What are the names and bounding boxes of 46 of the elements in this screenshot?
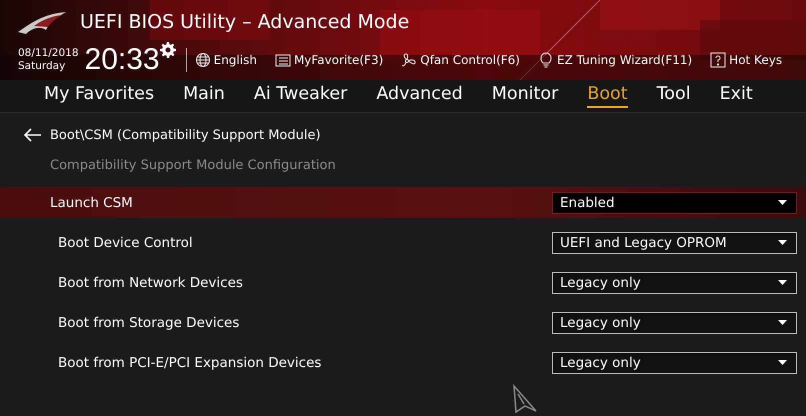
lightbulb-icon bbox=[538, 52, 554, 68]
dropdown[interactable]: Legacy only bbox=[552, 272, 797, 294]
caret-icon bbox=[778, 320, 787, 325]
menu-tab[interactable]: Tool bbox=[656, 84, 691, 108]
dropdown[interactable]: Legacy only bbox=[552, 312, 797, 334]
menu-tab[interactable]: Exit bbox=[720, 84, 753, 108]
clock-time: 20:33 bbox=[84, 45, 160, 75]
setting-label: Boot from Network Devices bbox=[58, 274, 244, 290]
globe-icon bbox=[194, 52, 211, 68]
toolbar-button[interactable]: English bbox=[194, 52, 257, 68]
caret-icon bbox=[778, 200, 787, 205]
help-icon bbox=[710, 52, 726, 68]
setting-label: Boot Device Control bbox=[58, 234, 194, 250]
setting-label: Boot from PCI-E/PCI Expansion Devices bbox=[58, 354, 322, 370]
dropdown[interactable]: UEFI and Legacy OPROM bbox=[552, 232, 797, 254]
setting-row[interactable]: Boot from PCI-E/PCI Expansion Devices Legacy only bbox=[0, 347, 806, 378]
date-text: 08/11/2018 bbox=[18, 47, 79, 60]
day-text: Saturday bbox=[18, 60, 66, 73]
setting-row[interactable]: Boot from Network Devices Legacy only bbox=[0, 267, 806, 298]
setting-row[interactable]: Boot from Storage Devices Legacy only bbox=[0, 307, 806, 338]
dropdown[interactable]: Enabled bbox=[552, 192, 797, 214]
setting-label: Boot from Storage Devices bbox=[58, 314, 240, 330]
dropdown[interactable]: Legacy only bbox=[552, 352, 797, 374]
toolbar-button[interactable]: MyFavorite(F3) bbox=[274, 52, 384, 68]
toolbar-button[interactable]: Hot Keys bbox=[710, 52, 782, 68]
setting-label: Launch CSM bbox=[50, 194, 134, 210]
caret-icon bbox=[778, 240, 787, 245]
cursor-icon bbox=[512, 384, 538, 414]
menu-tab[interactable]: Main bbox=[183, 84, 225, 108]
menu-tab[interactable]: Boot bbox=[587, 84, 628, 108]
back-arrow-icon[interactable] bbox=[24, 128, 42, 142]
list-icon bbox=[274, 52, 291, 68]
setting-row[interactable]: Boot Device Control UEFI and Legacy OPROM bbox=[0, 227, 806, 258]
caret-icon bbox=[778, 360, 787, 365]
menu-tab[interactable]: Ai Tweaker bbox=[254, 84, 348, 108]
menu-tab[interactable]: Monitor bbox=[492, 84, 558, 108]
section-title: Compatibility Support Module Configuration bbox=[49, 157, 337, 175]
toolbar-button[interactable]: EZ Tuning Wizard(F11) bbox=[538, 52, 692, 68]
menu-tab[interactable]: Advanced bbox=[376, 84, 463, 108]
breadcrumb: Boot\CSM (Compatibility Support Module) bbox=[50, 128, 321, 142]
caret-icon bbox=[778, 280, 787, 285]
settings-icon[interactable] bbox=[160, 42, 176, 58]
menu-tab[interactable]: My Favorites bbox=[44, 84, 154, 108]
toolbar-button[interactable]: Qfan Control(F6) bbox=[401, 52, 520, 68]
setting-row[interactable]: Launch CSM Enabled bbox=[0, 187, 806, 218]
window-title: UEFI BIOS Utility – Advanced Mode bbox=[80, 11, 410, 33]
